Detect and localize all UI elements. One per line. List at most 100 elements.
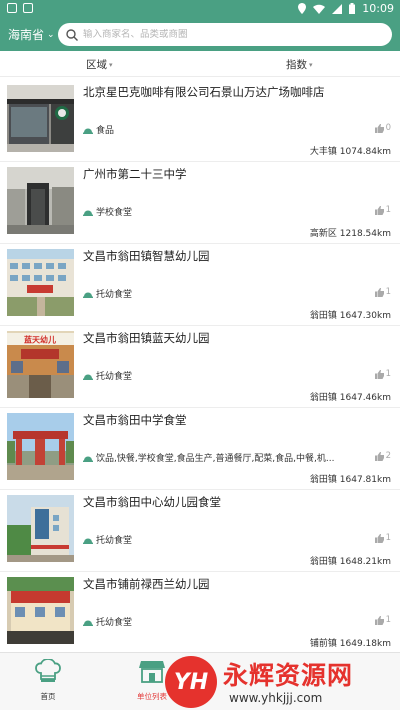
search-input[interactable] [83, 29, 383, 40]
location-icon [298, 3, 307, 14]
item-district: 大丰镇 [309, 147, 337, 157]
item-category-label: 托幼食堂 [96, 618, 133, 628]
item-category: 托幼食堂 [83, 369, 132, 382]
item-location: 翁田镇 1647.81km [310, 472, 391, 485]
tab-home[interactable]: 首页 [13, 658, 83, 702]
like-count: 0 [385, 123, 391, 133]
item-location: 大丰镇 1074.84km [310, 144, 391, 157]
chef-hat-icon [35, 658, 61, 682]
tab-home-label: 首页 [40, 692, 56, 701]
item-distance: 1218.54km [339, 229, 391, 239]
item-location: 翁田镇 1647.30km [310, 308, 391, 321]
header: 海南省 ⌄ [0, 17, 400, 51]
like-button[interactable]: 2 [374, 451, 391, 461]
item-category: 托幼食堂 [83, 533, 132, 546]
school-corridor-photo [7, 167, 74, 234]
item-district: 翁田镇 [309, 557, 337, 567]
like-button[interactable]: 1 [374, 369, 391, 379]
dome-icon [83, 292, 93, 298]
kindergarten-front-photo [7, 577, 74, 644]
dome-icon [83, 210, 93, 216]
signal-icon [332, 3, 343, 14]
item-title: 文昌市翁田中学食堂 [83, 413, 187, 427]
item-title: 广州市第二十三中学 [83, 167, 187, 181]
filter-index[interactable]: 指数 ▾ [286, 57, 313, 72]
item-title: 文昌市翁田镇蓝天幼儿园 [83, 331, 210, 345]
dome-icon [83, 374, 93, 380]
watermark-logo: YH [165, 656, 217, 708]
item-location: 翁田镇 1647.46km [310, 390, 391, 403]
search-bar[interactable] [58, 23, 392, 46]
filter-index-label: 指数 [286, 59, 307, 71]
item-category: 托幼食堂 [83, 287, 132, 300]
like-button[interactable]: 1 [374, 533, 391, 543]
filter-area[interactable]: 区域 ▾ [86, 57, 113, 72]
search-icon [66, 28, 78, 41]
caret-down-icon: ▾ [309, 60, 313, 69]
watermark-url: www.yhkjjj.com [229, 691, 323, 705]
item-location: 铺前镇 1649.18km [310, 636, 391, 649]
item-category: 学校食堂 [83, 205, 132, 218]
item-distance: 1648.21km [339, 557, 391, 567]
like-button[interactable]: 1 [374, 205, 391, 215]
list-item[interactable]: 广州市第二十三中学 学校食堂 1 高新区 1218.54km [0, 162, 400, 244]
kindergarten-building-photo [7, 249, 74, 316]
battery-icon [349, 3, 356, 14]
like-count: 1 [385, 205, 391, 215]
list-item[interactable]: 文昌市翁田中心幼儿园食堂 托幼食堂 1 翁田镇 1648.21km [0, 490, 400, 572]
list-item[interactable]: 蓝天幼儿 文昌市翁田镇蓝天幼儿园 托幼食堂 1 翁田镇 1647.46km [0, 326, 400, 408]
item-category: 饮品,快餐,学校食堂,食品生产,普通餐厅,配菜,食品,中餐,机... [83, 451, 334, 464]
like-count: 1 [385, 369, 391, 379]
list-item[interactable]: 北京星巴克咖啡有限公司石景山万达广场咖啡店 食品 0 大丰镇 1074.84km [0, 80, 400, 162]
thumbs-up-icon [374, 287, 384, 297]
notification-icon [7, 3, 17, 13]
list-item[interactable]: 文昌市翁田中学食堂 饮品,快餐,学校食堂,食品生产,普通餐厅,配菜,食品,中餐,… [0, 408, 400, 490]
item-category-label: 托幼食堂 [96, 372, 133, 382]
like-button[interactable]: 0 [374, 123, 391, 133]
thumbs-up-icon [374, 615, 384, 625]
dome-icon [83, 620, 93, 626]
list-item[interactable]: 文昌市翁田镇智慧幼儿园 托幼食堂 1 翁田镇 1647.30km [0, 244, 400, 326]
like-count: 2 [385, 451, 391, 461]
item-location: 翁田镇 1648.21km [310, 554, 391, 567]
item-category-label: 食品 [96, 126, 115, 136]
item-category-label: 饮品,快餐,学校食堂,食品生产,普通餐厅,配菜,食品,中餐,机... [96, 454, 335, 464]
item-distance: 1647.46km [339, 393, 391, 403]
item-title: 文昌市翁田中心幼儿园食堂 [83, 495, 221, 509]
item-location: 高新区 1218.54km [310, 226, 391, 239]
region-label: 海南省 [8, 28, 45, 42]
thumbs-up-icon [374, 123, 384, 133]
like-count: 1 [385, 287, 391, 297]
caret-down-icon: ▾ [109, 60, 113, 69]
kindergarten-sign-text: 蓝天幼儿 [24, 335, 56, 345]
item-distance: 1649.18km [339, 639, 391, 649]
item-category-label: 学校食堂 [96, 208, 133, 218]
kindergarten-sign-photo: 蓝天幼儿 [7, 331, 74, 398]
dome-icon [83, 128, 93, 134]
like-button[interactable]: 1 [374, 615, 391, 625]
item-district: 翁田镇 [309, 475, 337, 485]
item-category-label: 托幼食堂 [96, 290, 133, 300]
thumbs-up-icon [374, 533, 384, 543]
watermark: YH 永辉资源网 www.yhkjjj.com [163, 653, 400, 710]
item-title: 文昌市翁田镇智慧幼儿园 [83, 249, 210, 263]
item-category: 托幼食堂 [83, 615, 132, 628]
dome-icon [83, 456, 93, 462]
notification-icons [7, 3, 33, 13]
watermark-title: 永辉资源网 [223, 661, 354, 690]
like-count: 1 [385, 615, 391, 625]
like-button[interactable]: 1 [374, 287, 391, 297]
thumbs-up-icon [374, 369, 384, 379]
cafe-storefront-photo [7, 85, 74, 152]
item-district: 高新区 [309, 229, 337, 239]
store-icon [139, 661, 165, 683]
school-gate-photo [7, 413, 74, 480]
thumbs-up-icon [374, 205, 384, 215]
list-item[interactable]: 文昌市铺前禄西兰幼儿园 托幼食堂 1 铺前镇 1649.18km [0, 572, 400, 654]
item-district: 翁田镇 [309, 393, 337, 403]
kindergarten-tower-photo [7, 495, 74, 562]
item-title: 北京星巴克咖啡有限公司石景山万达广场咖啡店 [83, 85, 325, 99]
dome-icon [83, 538, 93, 544]
item-title: 文昌市铺前禄西兰幼儿园 [83, 577, 210, 591]
region-selector[interactable]: 海南省 ⌄ [8, 26, 55, 43]
